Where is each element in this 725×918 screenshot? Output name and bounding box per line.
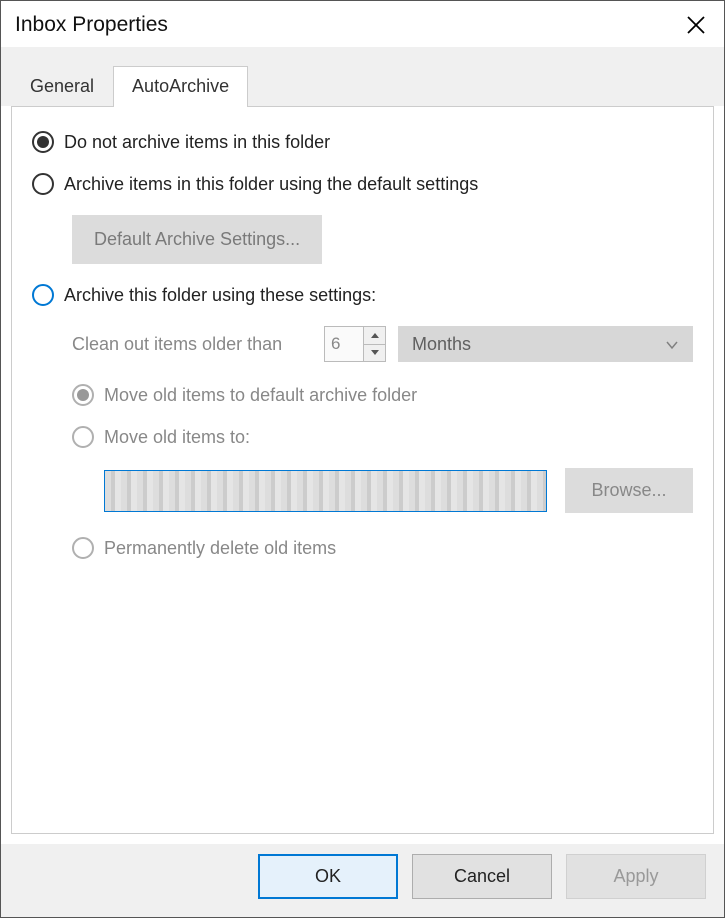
spin-down-button[interactable] [364,345,385,362]
tabs: General AutoArchive [11,65,714,106]
default-archive-settings-button: Default Archive Settings... [72,215,322,264]
radio-label: Permanently delete old items [104,538,336,559]
radio-icon [72,426,94,448]
close-button[interactable] [682,11,710,39]
cancel-button[interactable]: Cancel [412,854,552,899]
age-input[interactable] [324,326,364,362]
dialog-window: Inbox Properties General AutoArchive Do … [0,0,725,918]
ok-button[interactable]: OK [258,854,398,899]
option-permanently-delete: Permanently delete old items [72,537,693,559]
radio-icon [32,173,54,195]
chevron-up-icon [371,333,379,338]
radio-label: Do not archive items in this folder [64,132,330,153]
tabs-container: General AutoArchive [1,47,724,106]
radio-label: Archive items in this folder using the d… [64,174,478,195]
radio-label: Archive this folder using these settings… [64,285,376,306]
apply-button: Apply [566,854,706,899]
age-spinner [324,326,386,362]
radio-label: Move old items to default archive folder [104,385,417,406]
chevron-down-icon [371,350,379,355]
radio-icon [72,384,94,406]
spin-up-button[interactable] [364,327,385,345]
browse-button: Browse... [565,468,693,513]
option-move-default: Move old items to default archive folder [72,384,693,406]
option-default-settings[interactable]: Archive items in this folder using the d… [32,173,693,195]
radio-label: Move old items to: [104,427,250,448]
option-do-not-archive[interactable]: Do not archive items in this folder [32,131,693,153]
radio-icon [32,131,54,153]
clean-out-row: Clean out items older than Months [72,326,693,362]
title-bar: Inbox Properties [1,1,724,47]
unit-dropdown[interactable]: Months [398,326,693,362]
radio-icon [72,537,94,559]
option-custom-settings[interactable]: Archive this folder using these settings… [32,284,693,306]
option-move-to: Move old items to: [72,426,693,448]
archive-path-input[interactable] [104,470,547,512]
tab-general[interactable]: General [11,66,113,107]
move-to-path-row: Browse... [104,468,693,513]
chevron-down-icon [665,334,679,355]
tab-autoarchive[interactable]: AutoArchive [113,66,248,107]
default-settings-button-wrap: Default Archive Settings... [72,215,693,264]
clean-out-label: Clean out items older than [72,334,312,355]
window-title: Inbox Properties [15,13,168,37]
tab-panel-autoarchive: Do not archive items in this folder Arch… [11,106,714,834]
spinner-buttons [364,326,386,362]
dialog-footer: OK Cancel Apply [1,844,724,917]
radio-icon [32,284,54,306]
dropdown-value: Months [412,334,471,355]
close-icon [686,15,706,35]
